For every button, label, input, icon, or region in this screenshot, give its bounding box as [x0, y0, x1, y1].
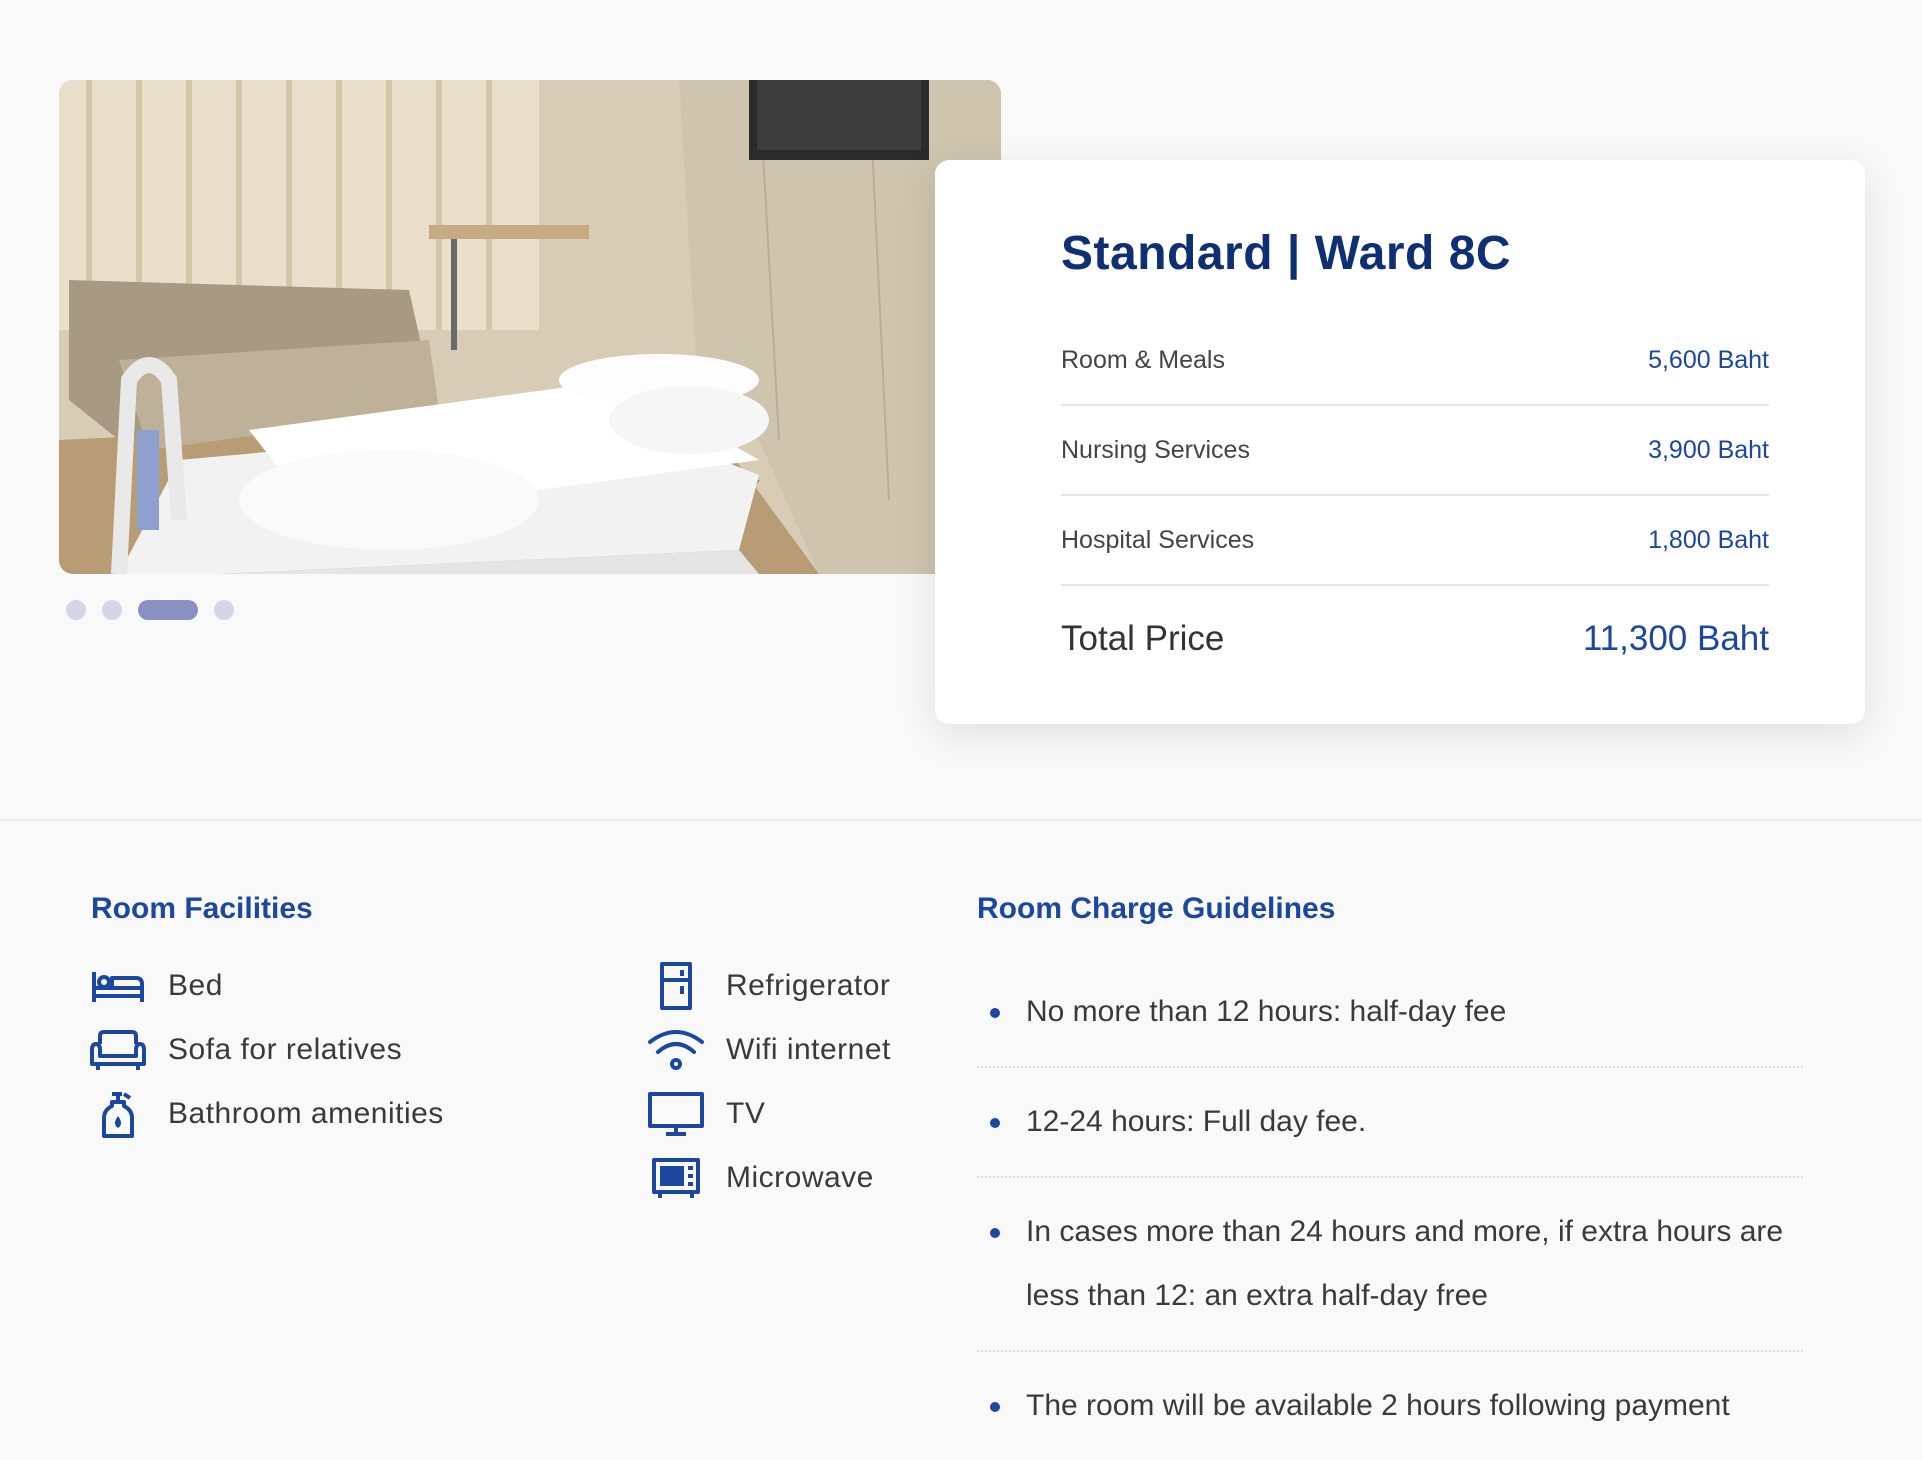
price-table: Room & Meals 5,600 Baht Nursing Services…: [1061, 316, 1769, 692]
carousel-dots: [66, 600, 234, 620]
price-row-room-meals: Room & Meals 5,600 Baht: [1061, 316, 1769, 406]
total-value: 11,300 Baht: [1582, 619, 1769, 658]
price-row-total: Total Price 11,300 Baht: [1061, 586, 1769, 692]
tv-icon: [646, 1088, 706, 1140]
room-title: Standard | Ward 8C: [1061, 227, 1512, 280]
price-value: 1,800 Baht: [1648, 525, 1769, 554]
guideline-text: The room will be available 2 hours follo…: [1026, 1389, 1730, 1422]
price-value: 5,600 Baht: [1648, 345, 1769, 374]
facility-item: Wifi internet: [646, 1018, 891, 1082]
bullet-icon: [990, 1228, 1000, 1238]
facilities-title: Room Facilities: [91, 892, 313, 925]
wifi-icon: [646, 1024, 706, 1076]
price-label: Hospital Services: [1061, 525, 1255, 554]
refrigerator-icon: [646, 960, 706, 1012]
guideline-text: In cases more than 24 hours and more, if…: [1026, 1215, 1784, 1312]
facility-label: Microwave: [726, 1161, 874, 1194]
facility-label: Wifi internet: [726, 1033, 891, 1066]
facility-label: Sofa for relatives: [168, 1033, 403, 1066]
facility-item: Sofa for relatives: [88, 1018, 444, 1082]
bullet-icon: [990, 1118, 1000, 1128]
price-row-hospital: Hospital Services 1,800 Baht: [1061, 496, 1769, 586]
facility-item: Microwave: [646, 1146, 891, 1210]
facility-item: Refrigerator: [646, 954, 891, 1018]
soap-bottle-icon: [88, 1088, 148, 1140]
guidelines-title: Room Charge Guidelines: [977, 892, 1336, 925]
bullet-icon: [990, 1402, 1000, 1412]
guideline-item: No more than 12 hours: half-day fee: [977, 958, 1803, 1068]
facilities-list-left: Bed Sofa for relatives Bathroom amenitie…: [88, 954, 444, 1146]
guideline-text: 12-24 hours: Full day fee.: [1026, 1105, 1367, 1138]
price-row-nursing: Nursing Services 3,900 Baht: [1061, 406, 1769, 496]
room-photo[interactable]: [59, 80, 1001, 574]
bullet-icon: [990, 1008, 1000, 1018]
section-divider: [0, 819, 1922, 821]
sofa-icon: [88, 1024, 148, 1076]
total-label: Total Price: [1061, 619, 1225, 658]
facility-label: Refrigerator: [726, 969, 891, 1002]
facility-label: Bathroom amenities: [168, 1097, 444, 1130]
price-label: Nursing Services: [1061, 435, 1250, 464]
price-value: 3,900 Baht: [1648, 435, 1769, 464]
facilities-list-right: Refrigerator Wifi internet TV Microwave: [646, 954, 891, 1210]
carousel-dot-3-active[interactable]: [138, 600, 198, 620]
carousel-dot-2[interactable]: [102, 600, 122, 620]
room-photo-image: [59, 80, 1001, 574]
facility-item: TV: [646, 1082, 891, 1146]
guidelines-list: No more than 12 hours: half-day fee 12-2…: [977, 958, 1803, 1460]
guideline-item: 12-24 hours: Full day fee.: [977, 1068, 1803, 1178]
guideline-item: The room will be available 2 hours follo…: [977, 1352, 1803, 1460]
bed-icon: [88, 960, 148, 1012]
price-label: Room & Meals: [1061, 345, 1225, 374]
facility-item: Bathroom amenities: [88, 1082, 444, 1146]
microwave-icon: [646, 1152, 706, 1204]
facility-label: Bed: [168, 969, 223, 1002]
price-card: Standard | Ward 8C Room & Meals 5,600 Ba…: [935, 160, 1865, 724]
guideline-item: In cases more than 24 hours and more, if…: [977, 1178, 1803, 1352]
guideline-text: No more than 12 hours: half-day fee: [1026, 995, 1507, 1028]
facility-item: Bed: [88, 954, 444, 1018]
facility-label: TV: [726, 1097, 766, 1130]
carousel-dot-4[interactable]: [214, 600, 234, 620]
carousel-dot-1[interactable]: [66, 600, 86, 620]
